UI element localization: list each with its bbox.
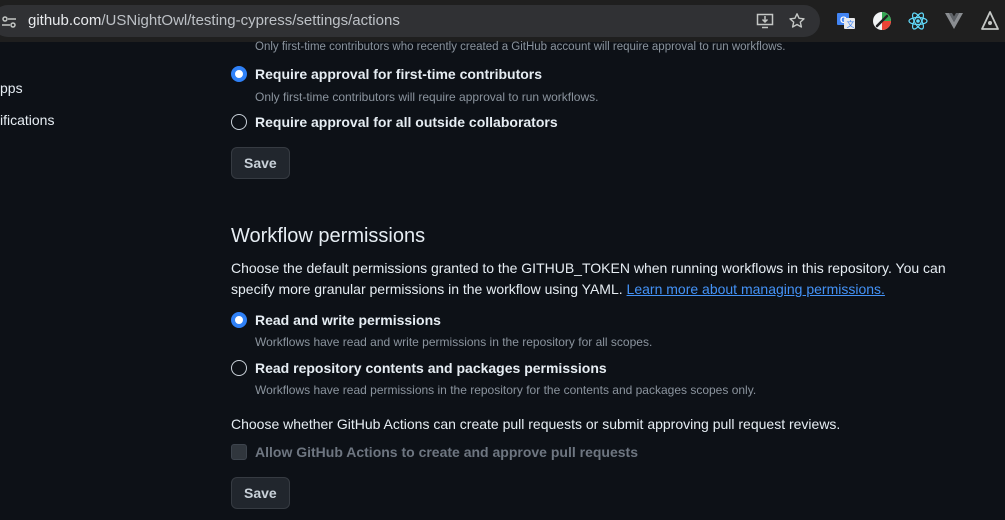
extension-colorwheel-icon[interactable] xyxy=(872,11,892,31)
section-title: Workflow permissions xyxy=(231,225,426,247)
radio-description: Workflows have read permissions in the r… xyxy=(255,383,757,397)
extension-figure-icon[interactable] xyxy=(980,11,1000,31)
radio-label[interactable]: Read and write permissions xyxy=(255,312,441,328)
allow-create-pr-checkbox[interactable] xyxy=(231,444,247,460)
save-approval-button[interactable]: Save xyxy=(231,147,290,179)
radio-read-write-permissions[interactable] xyxy=(231,312,247,328)
browser-toolbar: github.com/USNightOwl/testing-cypress/se… xyxy=(0,0,1005,42)
pull-request-question: Choose whether GitHub Actions can create… xyxy=(231,416,841,432)
workflow-permissions-intro: Choose the default permissions granted t… xyxy=(231,258,991,300)
radio-label[interactable]: Require approval for first-time contribu… xyxy=(255,66,542,82)
sidebar-item-notifications[interactable]: ifications xyxy=(0,112,54,128)
radio-label[interactable]: Require approval for all outside collabo… xyxy=(255,114,558,130)
vue-devtools-icon[interactable] xyxy=(944,11,964,31)
install-app-icon[interactable] xyxy=(756,12,774,30)
radio-read-only-permissions[interactable] xyxy=(231,360,247,376)
svg-text:文: 文 xyxy=(847,19,855,29)
approval-option-description: Only first-time contributors who recentl… xyxy=(255,41,786,53)
url-path: /USNightOwl/testing-cypress/settings/act… xyxy=(101,12,400,29)
radio-require-approval-first-time[interactable] xyxy=(231,66,247,82)
address-bar[interactable]: github.com/USNightOwl/testing-cypress/se… xyxy=(0,5,820,37)
site-info-icon[interactable] xyxy=(2,16,16,28)
sidebar-item-label: ifications xyxy=(0,112,55,128)
save-workflow-permissions-button[interactable]: Save xyxy=(231,477,290,509)
learn-more-permissions-link[interactable]: Learn more about managing permissions. xyxy=(627,281,885,297)
translate-extension-icon[interactable]: G 文 xyxy=(836,11,856,31)
radio-label[interactable]: Read repository contents and packages pe… xyxy=(255,360,607,376)
radio-description: Only first-time contributors will requir… xyxy=(255,90,599,104)
url-host: github.com xyxy=(28,12,102,29)
bookmark-star-icon[interactable] xyxy=(788,12,806,30)
sidebar-item-label: pps xyxy=(0,80,23,96)
checkbox-label: Allow GitHub Actions to create and appro… xyxy=(255,444,638,460)
url-text[interactable]: github.com/USNightOwl/testing-cypress/se… xyxy=(28,5,400,37)
radio-description: Workflows have read and write permission… xyxy=(255,335,653,349)
react-devtools-icon[interactable] xyxy=(908,11,928,31)
sidebar-item-apps[interactable]: pps xyxy=(0,80,23,96)
radio-require-approval-outside-collaborators[interactable] xyxy=(231,114,247,130)
